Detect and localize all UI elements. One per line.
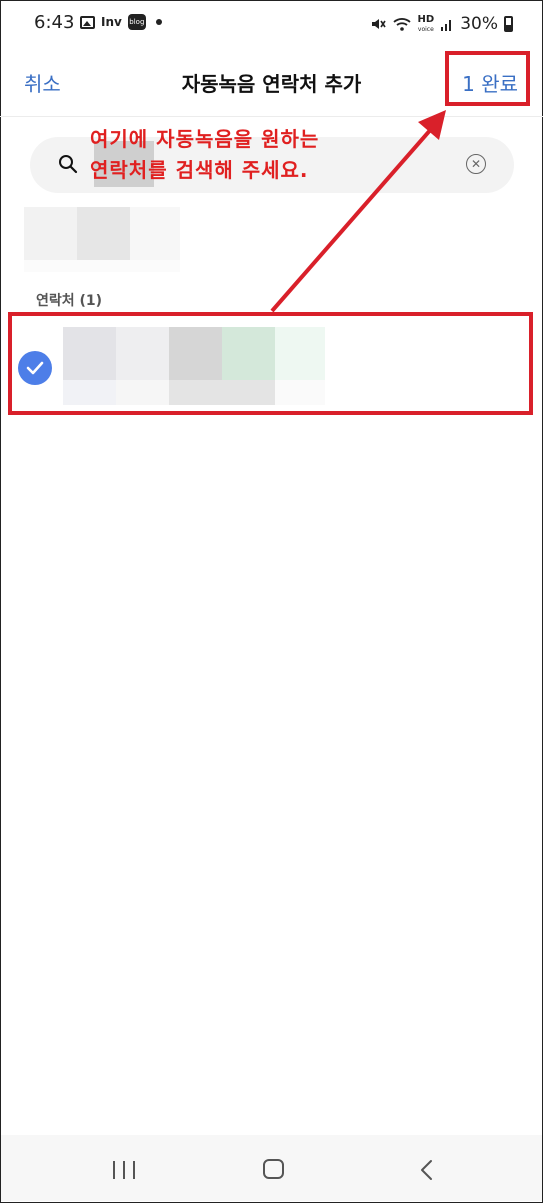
- clear-icon[interactable]: ✕: [466, 154, 486, 174]
- blog-icon: blog: [127, 14, 146, 30]
- image-icon: [80, 15, 95, 29]
- blur-block: [24, 207, 77, 260]
- highlight-box-done: [445, 51, 530, 106]
- hd-voice-icon: HD voice: [417, 13, 435, 34]
- highlight-box-contact: [8, 312, 533, 415]
- signal-icon: [441, 20, 452, 31]
- mute-icon: [371, 19, 386, 29]
- status-bar: 6:43 Inv blog HD voice 30%: [0, 0, 543, 48]
- voice-label: voice: [417, 25, 434, 33]
- battery-icon: [504, 16, 513, 32]
- back-icon[interactable]: [417, 1159, 437, 1181]
- annotation-text: 여기에 자동녹음을 원하는 연락처를 검색해 주세요.: [90, 124, 390, 186]
- contacts-section-label: 연락처 (1): [36, 293, 103, 309]
- notification-icons: Inv blog: [80, 14, 162, 30]
- navigation-bar: [1, 1135, 542, 1201]
- blur-block: [130, 207, 180, 260]
- more-notifications-dot: [155, 19, 162, 25]
- home-icon[interactable]: [263, 1159, 284, 1179]
- status-time: 6:43: [34, 12, 75, 33]
- blur-block: [24, 260, 180, 272]
- system-icons: HD voice 30%: [370, 14, 513, 34]
- hd-label: HD: [417, 13, 435, 25]
- annotation-line-1: 여기에 자동녹음을 원하는: [90, 127, 320, 151]
- battery-percent: 30%: [460, 14, 498, 34]
- inv-icon: Inv: [101, 15, 122, 29]
- recent-apps-icon[interactable]: [113, 1161, 135, 1179]
- header-divider: [0, 116, 543, 117]
- wifi-icon: [392, 18, 411, 31]
- blur-block: [77, 207, 130, 260]
- search-icon: [59, 155, 78, 174]
- annotation-line-2: 연락처를 검색해 주세요.: [90, 158, 309, 182]
